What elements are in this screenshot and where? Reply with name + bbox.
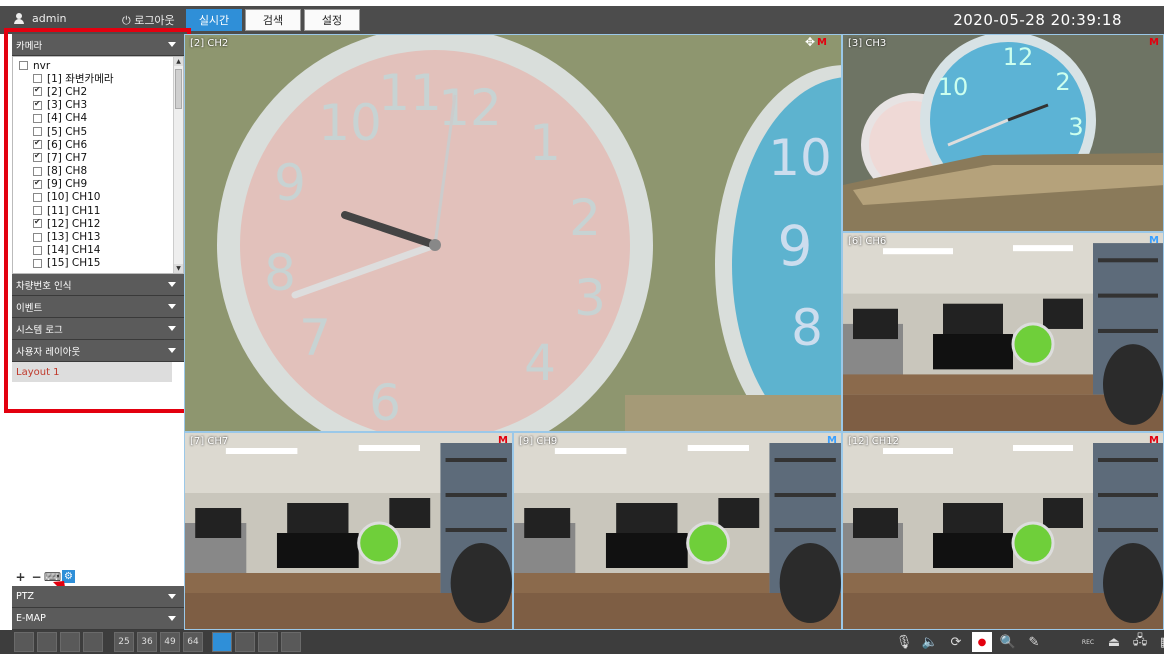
camera-tile[interactable]: 1223 410 [3] CH3 M — [842, 34, 1164, 232]
camera-feed: 121 23 46 78 910 11 10 9 8 — [185, 35, 841, 432]
svg-text:9: 9 — [778, 214, 813, 278]
main-tabs: 실시간 검색 설정 — [186, 9, 360, 31]
layout-buttons: 25 36 49 64 — [14, 632, 301, 652]
svg-text:8: 8 — [791, 299, 823, 357]
grid-icon[interactable]: ▦ — [1156, 632, 1164, 652]
tab-0[interactable]: 실시간 — [186, 9, 242, 31]
layout-button[interactable]: 36 — [137, 632, 157, 652]
rec-status-icon[interactable]: REC — [1078, 632, 1098, 652]
control-buttons: 🎙 🔈 ⟳ ● 🔍 ✎ — [894, 632, 1044, 652]
svg-text:6: 6 — [369, 374, 401, 432]
svg-text:10: 10 — [768, 129, 832, 187]
svg-text:11: 11 — [378, 64, 442, 122]
svg-text:2: 2 — [569, 189, 601, 247]
layout-button[interactable] — [235, 632, 255, 652]
layout-button[interactable] — [37, 632, 57, 652]
motion-badge: M — [498, 435, 508, 446]
layout-button[interactable] — [14, 632, 34, 652]
svg-text:12: 12 — [438, 79, 502, 137]
status-tray: REC ⏏ 🖧 ▦ — [1078, 632, 1164, 652]
camera-feed — [514, 433, 841, 629]
clear-icon[interactable]: ✎ — [1024, 632, 1044, 652]
svg-text:10: 10 — [938, 73, 969, 101]
layout-button[interactable]: 64 — [183, 632, 203, 652]
camera-label: [6] CH6 — [848, 236, 887, 247]
camera-label: [7] CH7 — [190, 436, 229, 447]
motion-badge: M — [817, 37, 827, 48]
svg-text:10: 10 — [318, 94, 382, 152]
camera-feed — [843, 233, 1163, 431]
emap-label: E-MAP — [16, 613, 46, 624]
layout-button[interactable]: 49 — [160, 632, 180, 652]
camera-tile[interactable]: [9] CH9 M — [513, 432, 842, 630]
svg-text:7: 7 — [299, 309, 331, 367]
svg-text:3: 3 — [574, 269, 606, 327]
video-grid: 12 1 23 46 78 9 10 11 10 9 8 [2] CH2 M ✥… — [184, 34, 1164, 630]
svg-text:1: 1 — [529, 114, 561, 172]
refresh-icon[interactable]: ⟳ — [946, 632, 966, 652]
camera-label: [2] CH2 — [190, 38, 229, 49]
motion-badge: M — [1149, 235, 1159, 246]
layout-button[interactable] — [60, 632, 80, 652]
camera-tile[interactable]: [7] CH7 M — [184, 432, 513, 630]
camera-feed — [185, 433, 512, 629]
tab-1[interactable]: 검색 — [245, 9, 301, 31]
layout-button[interactable]: 25 — [114, 632, 134, 652]
camera-feed — [843, 433, 1163, 629]
zoom-icon[interactable]: 🔍 — [998, 632, 1018, 652]
camera-label: [3] CH3 — [848, 38, 887, 49]
camera-label: [12] CH12 — [848, 436, 899, 447]
camera-tile[interactable]: 12 1 23 46 78 9 10 11 10 9 8 [2] CH2 M ✥ — [184, 34, 842, 432]
camera-label: [9] CH9 — [519, 436, 558, 447]
svg-text:2: 2 — [1055, 68, 1070, 96]
svg-text:8: 8 — [264, 244, 296, 302]
layout-button[interactable] — [281, 632, 301, 652]
username: admin — [32, 12, 67, 25]
motion-badge: M — [827, 435, 837, 446]
camera-tile[interactable]: [12] CH12 M — [842, 432, 1164, 630]
svg-text:12: 12 — [1003, 43, 1034, 71]
chevron-down-icon — [168, 616, 176, 621]
user-info: admin — [14, 12, 66, 25]
nvr-client-window: admin ⏻ 로그아웃 실시간 검색 설정 2020-05-28 20:39:18… — [0, 0, 1164, 654]
tab-2[interactable]: 설정 — [304, 9, 360, 31]
layout-button[interactable] — [212, 632, 232, 652]
move-icon[interactable]: ✥ — [805, 35, 815, 49]
network-icon[interactable]: 🖧 — [1130, 632, 1150, 652]
layout-button[interactable] — [83, 632, 103, 652]
plus-icon[interactable]: + — [14, 570, 27, 584]
ptz-label: PTZ — [16, 591, 35, 602]
emap-section-header[interactable]: E-MAP — [12, 608, 184, 630]
motion-badge: M — [1149, 37, 1159, 48]
speaker-icon[interactable]: 🔈 — [920, 632, 940, 652]
user-icon — [14, 13, 24, 24]
motion-badge: M — [1149, 435, 1159, 446]
alarm-icon[interactable]: ⏏ — [1104, 632, 1124, 652]
datetime-display: 2020-05-28 20:39:18 — [953, 11, 1122, 29]
camera-tile[interactable]: [6] CH6 M — [842, 232, 1164, 432]
svg-text:3: 3 — [1068, 113, 1083, 141]
ptz-section-header[interactable]: PTZ — [12, 586, 184, 608]
chevron-down-icon — [168, 594, 176, 599]
record-icon[interactable]: ● — [972, 632, 992, 652]
svg-text:9: 9 — [274, 154, 306, 212]
logout-button[interactable]: ⏻ 로그아웃 — [122, 12, 175, 28]
microphone-icon[interactable]: 🎙 — [894, 632, 914, 652]
camera-feed: 1223 410 — [843, 35, 1163, 231]
layout-button[interactable] — [258, 632, 278, 652]
bottom-toolbar: 25364964 🎙 🔈 ⟳ ● 🔍 ✎ REC ⏏ 🖧 ▦ — [0, 630, 1164, 654]
svg-text:4: 4 — [524, 334, 556, 392]
highlight-box — [4, 28, 191, 413]
